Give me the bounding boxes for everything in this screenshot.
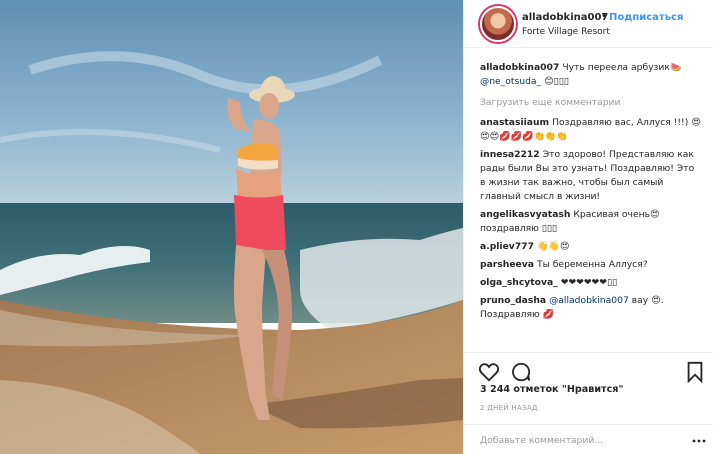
action-bar	[464, 352, 713, 386]
comment-input[interactable]	[480, 431, 680, 449]
beach-photo	[0, 0, 463, 454]
add-comment-bar	[464, 424, 713, 454]
header-username[interactable]: alladobkina007	[522, 12, 608, 23]
comment-item: anastasiiaum Поздравляю вас, Аллуся !!!) …	[480, 116, 702, 144]
comment-item: innesa2212 Это здорово! Представляю как р…	[480, 148, 702, 204]
comment-username[interactable]: a.pliev777	[480, 241, 534, 252]
location-link[interactable]: Forte Village Resort	[522, 27, 610, 37]
avatar[interactable]	[480, 6, 516, 42]
heart-icon[interactable]	[478, 361, 500, 383]
post-timestamp: 2 ДНЕЙ НАЗАД	[480, 404, 538, 412]
comment-item: pruno_dasha @alladobkina007 вау 😍. Поздра…	[480, 294, 702, 322]
caption-mention[interactable]: @ne_otsuda_	[480, 76, 541, 87]
comment-item: parsheeva Ты беременна Аллуся?	[480, 258, 702, 272]
post-header: alladobkina007 • Подписаться Forte Villa…	[464, 0, 713, 48]
post-sidebar: alladobkina007 • Подписаться Forte Villa…	[463, 0, 713, 454]
comment-username[interactable]: angelikasvyatash	[480, 209, 570, 220]
comment-text: Ты беременна Аллуся?	[536, 259, 648, 270]
comment-username[interactable]: anastasiiaum	[480, 117, 549, 128]
comment-username[interactable]: parsheeva	[480, 259, 534, 270]
caption-tail: 😊▯▯▯	[544, 76, 569, 87]
follow-button[interactable]: Подписаться	[609, 12, 683, 23]
post-photo[interactable]	[0, 0, 463, 454]
comment-username[interactable]: pruno_dasha	[480, 295, 546, 306]
comments-list[interactable]: alladobkina007 Чуть переела арбузик🍉 @ne_…	[464, 48, 713, 350]
comment-icon[interactable]	[510, 361, 532, 383]
comment-mention[interactable]: @alladobkina007	[549, 295, 629, 306]
comment-text: 👋👋😍	[536, 241, 570, 252]
caption: alladobkina007 Чуть переела арбузик🍉 @ne_…	[480, 61, 702, 89]
comment-item: a.pliev777 👋👋😍	[480, 240, 702, 254]
comment-text: ❤❤❤❤❤❤▯▯	[560, 277, 618, 288]
caption-username[interactable]: alladobkina007	[480, 62, 559, 73]
header-separator: •	[601, 11, 607, 22]
comment-item: olga_shcytova_ ❤❤❤❤❤❤▯▯	[480, 276, 702, 290]
bookmark-icon[interactable]	[684, 361, 706, 384]
comment-item: angelikasvyatash Красивая очень😍 поздравл…	[480, 208, 702, 236]
comment-username[interactable]: olga_shcytova_	[480, 277, 558, 288]
comment-username[interactable]: innesa2212	[480, 149, 540, 160]
load-more-comments-link[interactable]: Загрузить еще комментарии	[480, 97, 702, 108]
caption-text: Чуть переела арбузик🍉	[562, 62, 682, 73]
likes-count[interactable]: 3 244 отметок "Нравится"	[480, 384, 623, 395]
more-dots-icon[interactable]	[692, 433, 706, 447]
